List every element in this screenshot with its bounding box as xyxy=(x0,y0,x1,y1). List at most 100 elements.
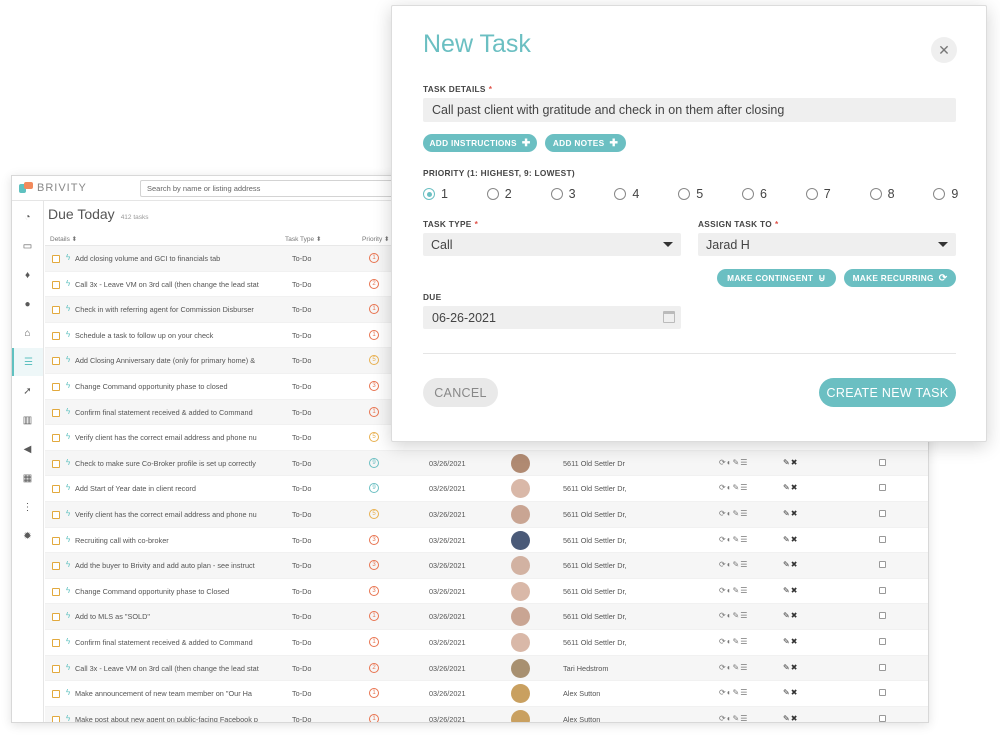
cancel-button[interactable]: CANCEL xyxy=(423,378,498,407)
task-checkbox[interactable] xyxy=(52,357,60,366)
edit-delete-icons[interactable]: ✎✖ xyxy=(783,509,798,518)
task-type-select[interactable]: Call xyxy=(423,233,681,256)
priority-radio-5[interactable]: 5 xyxy=(678,187,703,201)
rocket-icon[interactable]: ➚ xyxy=(12,377,43,405)
task-description[interactable]: Change Command opportunity phase to clos… xyxy=(75,382,261,391)
gear-icon[interactable]: ✹ xyxy=(12,522,43,550)
add-notes-button[interactable]: ADD NOTES ✚ xyxy=(545,134,626,152)
address[interactable]: Alex Sutton xyxy=(563,689,600,698)
row-select-checkbox[interactable] xyxy=(879,663,886,671)
priority-radio-1[interactable]: 1 xyxy=(423,187,448,201)
assign-select[interactable]: Jarad H xyxy=(698,233,956,256)
row-actions-icons[interactable]: ⟳◐✎☰ xyxy=(719,688,748,697)
task-description[interactable]: Check to make sure Co-Broker profile is … xyxy=(75,459,261,468)
task-description[interactable]: Verify client has the correct email addr… xyxy=(75,510,261,519)
megaphone-icon[interactable]: ◀ xyxy=(12,435,43,463)
add-instructions-button[interactable]: ADD INSTRUCTIONS ✚ xyxy=(423,134,537,152)
dashboard-icon[interactable]: ◔ xyxy=(12,203,43,231)
table-row[interactable]: ϟ Confirm final statement received & adde… xyxy=(45,630,928,656)
row-actions-icons[interactable]: ⟳◐✎☰ xyxy=(719,458,748,467)
edit-delete-icons[interactable]: ✎✖ xyxy=(783,586,798,595)
address[interactable]: 5611 Old Settler Dr, xyxy=(563,612,627,621)
row-select-checkbox[interactable] xyxy=(879,484,886,492)
address[interactable]: 5611 Old Settler Dr xyxy=(563,459,625,468)
task-checkbox[interactable] xyxy=(52,613,60,622)
make-contingent-button[interactable]: MAKE CONTINGENT ⊍ xyxy=(717,269,836,287)
priority-radio-3[interactable]: 3 xyxy=(550,187,576,201)
table-row[interactable]: ϟ Add the buyer to Brivity and add auto p… xyxy=(45,553,928,579)
edit-delete-icons[interactable]: ✎✖ xyxy=(783,483,798,492)
edit-delete-icons[interactable]: ✎✖ xyxy=(783,637,798,646)
edit-delete-icons[interactable]: ✎✖ xyxy=(783,560,798,569)
row-actions-icons[interactable]: ⟳◐✎☰ xyxy=(719,714,748,722)
task-description[interactable]: Confirm final statement received & added… xyxy=(75,408,261,417)
priority-radio-8[interactable]: 8 xyxy=(869,187,895,201)
edit-delete-icons[interactable]: ✎✖ xyxy=(783,458,798,467)
drop-icon[interactable]: ♦ xyxy=(12,261,43,289)
address[interactable]: Alex Sutton xyxy=(563,715,600,722)
task-description[interactable]: Change Command opportunity phase to Clos… xyxy=(75,587,261,596)
priority-radio-7[interactable]: 7 xyxy=(805,187,831,201)
task-description[interactable]: Add Closing Anniversary date (only for p… xyxy=(75,356,261,365)
person-icon[interactable]: ● xyxy=(12,290,43,318)
column-details[interactable]: Details ⬍ xyxy=(50,235,77,243)
task-checkbox[interactable] xyxy=(52,587,60,596)
task-description[interactable]: Add the buyer to Brivity and add auto pl… xyxy=(75,561,261,570)
task-description[interactable]: Add to MLS as "SOLD" xyxy=(75,612,261,621)
task-checkbox[interactable] xyxy=(52,664,60,673)
task-checkbox[interactable] xyxy=(52,485,60,494)
task-description[interactable]: Make post about new agent on public-faci… xyxy=(75,715,261,722)
priority-radio-4[interactable]: 4 xyxy=(614,187,639,201)
table-row[interactable]: ϟ Call 3x - Leave VM on 3rd call (then ch… xyxy=(45,655,928,682)
row-select-checkbox[interactable] xyxy=(879,586,886,594)
table-row[interactable]: ϟ Add Start of Year date in client record… xyxy=(45,476,928,502)
row-select-checkbox[interactable] xyxy=(879,509,886,517)
address[interactable]: Tari Hedstrom xyxy=(563,664,608,673)
task-checkbox[interactable] xyxy=(52,638,60,647)
list-icon[interactable]: ☰ xyxy=(12,348,43,376)
address[interactable]: 5611 Old Settler Dr, xyxy=(563,587,627,596)
task-description[interactable]: Recruiting call with co-broker xyxy=(75,536,261,545)
row-select-checkbox[interactable] xyxy=(879,535,886,543)
task-checkbox[interactable] xyxy=(52,331,60,340)
task-checkbox[interactable] xyxy=(52,434,60,443)
table-row[interactable]: ϟ Verify client has the correct email add… xyxy=(45,501,928,528)
edit-delete-icons[interactable]: ✎✖ xyxy=(783,611,798,620)
task-checkbox[interactable] xyxy=(52,690,60,699)
column-priority[interactable]: Priority ⬍ xyxy=(362,235,389,243)
table-row[interactable]: ϟ Check to make sure Co-Broker profile is… xyxy=(45,450,928,477)
task-description[interactable]: Call 3x - Leave VM on 3rd call (then cha… xyxy=(75,280,261,289)
row-actions-icons[interactable]: ⟳◐✎☰ xyxy=(719,586,748,595)
edit-delete-icons[interactable]: ✎✖ xyxy=(783,535,798,544)
row-actions-icons[interactable]: ⟳◐✎☰ xyxy=(719,637,748,646)
create-task-button[interactable]: CREATE NEW TASK xyxy=(819,378,956,407)
address[interactable]: 5611 Old Settler Dr, xyxy=(563,484,627,493)
edit-delete-icons[interactable]: ✎✖ xyxy=(783,714,798,722)
task-checkbox[interactable] xyxy=(52,715,60,722)
priority-radio-9[interactable]: 9 xyxy=(933,187,958,201)
task-checkbox[interactable] xyxy=(52,382,60,391)
task-description[interactable]: Verify client has the correct email addr… xyxy=(75,433,261,442)
row-actions-icons[interactable]: ⟳◐✎☰ xyxy=(719,535,748,544)
table-row[interactable]: ϟ Make post about new agent on public-fac… xyxy=(45,706,928,722)
row-actions-icons[interactable]: ⟳◐✎☰ xyxy=(719,663,748,672)
address[interactable]: 5611 Old Settler Dr, xyxy=(563,638,627,647)
task-description[interactable]: Schedule a task to follow up on your che… xyxy=(75,331,261,340)
priority-radio-6[interactable]: 6 xyxy=(742,187,767,201)
task-description[interactable]: Make announcement of new team member on … xyxy=(75,689,261,698)
row-actions-icons[interactable]: ⟳◐✎☰ xyxy=(719,483,748,492)
task-checkbox[interactable] xyxy=(52,459,60,468)
task-description[interactable]: Check in with referring agent for Commis… xyxy=(75,305,261,314)
edit-delete-icons[interactable]: ✎✖ xyxy=(783,688,798,697)
grid-icon[interactable]: ⋮ xyxy=(12,493,43,521)
table-row[interactable]: ϟ Change Command opportunity phase to Clo… xyxy=(45,579,928,605)
address[interactable]: 5611 Old Settler Dr, xyxy=(563,536,627,545)
due-date-input[interactable]: 06-26-2021 xyxy=(423,306,681,329)
row-actions-icons[interactable]: ⟳◐✎☰ xyxy=(719,560,748,569)
close-icon[interactable]: ✕ xyxy=(931,37,957,63)
task-checkbox[interactable] xyxy=(52,306,60,315)
search-input[interactable]: Search by name or listing address xyxy=(140,180,400,197)
task-checkbox[interactable] xyxy=(52,255,60,263)
row-select-checkbox[interactable] xyxy=(879,637,886,645)
table-row[interactable]: ϟ Make announcement of new team member on… xyxy=(45,681,928,707)
